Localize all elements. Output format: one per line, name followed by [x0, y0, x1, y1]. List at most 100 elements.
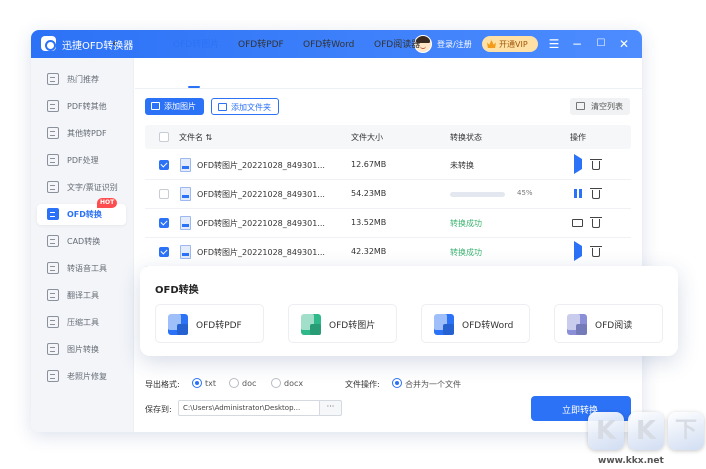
play-icon[interactable]	[572, 241, 584, 261]
card-label: OFD转Word	[462, 321, 514, 331]
tab-ofd-to-word[interactable]: OFD转Word	[303, 37, 354, 50]
sidebar-item-ocr[interactable]: 文字/票证识别	[37, 177, 126, 198]
trash-icon[interactable]	[590, 159, 602, 171]
ofd-to-word-card[interactable]: OFD转Word	[421, 304, 530, 343]
save-to-label: 保存到:	[145, 405, 172, 414]
sidebar: 热门推荐 PDF转其他 其他转PDF PDF处理 文字/票证识别 OFD转换 H…	[31, 58, 134, 432]
status-text: 转换成功	[450, 248, 482, 257]
status-text: 转换成功	[450, 219, 482, 228]
app-logo-icon	[41, 36, 56, 51]
ofd-reader-icon	[567, 314, 587, 335]
login-register-link[interactable]: 登录/注册	[437, 39, 472, 50]
table-header: 文件名 ⇅ 文件大小 转换状态 操作	[145, 125, 631, 149]
file-name: OFD转图片_20221028_849301...	[197, 161, 325, 170]
back-arrow-icon[interactable]: ‹	[112, 36, 117, 50]
format-label-docx: docx	[284, 379, 304, 388]
ofd-to-image-card[interactable]: OFD转图片	[288, 304, 397, 343]
ofd-reader-card[interactable]: OFD阅读	[554, 304, 663, 343]
ofd-convert-popup: OFD转换 OFD转PDF OFD转图片 OFD转Word OFD阅读	[140, 266, 678, 356]
tab-ofd-to-pdf[interactable]: OFD转PDF	[238, 37, 284, 50]
file-name: OFD转图片_20221028_849301...	[197, 190, 325, 199]
sidebar-item-cad[interactable]: CAD转换	[37, 231, 126, 252]
vip-button[interactable]: 开通VIP	[482, 36, 538, 52]
ofd-file-icon	[180, 158, 191, 172]
table-row: OFD转图片_20221028_849301... 12.67MB 未转换	[145, 151, 631, 180]
format-radio-docx[interactable]	[271, 378, 281, 388]
add-image-label: 添加图片	[164, 102, 196, 111]
ofd-to-pdf-icon	[168, 314, 188, 335]
app-title: 迅捷OFD转换器	[62, 41, 134, 52]
add-folder-button[interactable]: 添加文件夹	[211, 98, 279, 115]
clear-list-label: 清空列表	[591, 102, 623, 111]
sidebar-item-pdf-tools[interactable]: PDF处理	[37, 150, 126, 171]
file-size: 12.67MB	[351, 160, 387, 169]
clear-list-button[interactable]: 清空列表	[570, 98, 630, 115]
add-folder-label: 添加文件夹	[231, 103, 271, 112]
merge-file-radio[interactable]	[392, 378, 402, 388]
watermark-letter: 下	[668, 412, 704, 450]
card-label: OFD阅读	[595, 321, 633, 331]
sidebar-item-ofd[interactable]: OFD转换 HOT	[37, 198, 126, 225]
card-label: OFD转图片	[329, 321, 376, 331]
trash-icon[interactable]	[590, 188, 602, 200]
format-radio-txt[interactable]	[192, 378, 202, 388]
ofd-to-word-icon	[434, 314, 454, 335]
sidebar-item-image[interactable]: 图片转换	[37, 339, 126, 360]
merge-file-label: 合并为一个文件	[405, 380, 461, 389]
file-name: OFD转图片_20221028_849301...	[197, 248, 325, 257]
sidebar-item-other-to-pdf[interactable]: 其他转PDF	[37, 123, 126, 144]
ocr-icon	[47, 181, 59, 193]
format-radio-doc[interactable]	[229, 378, 239, 388]
tab-ofd-to-image[interactable]: OFD转图片	[173, 37, 219, 50]
hot-badge: HOT	[97, 198, 118, 208]
sidebar-item-label: 热门推荐	[67, 75, 99, 84]
vip-button-label: 开通VIP	[499, 40, 528, 49]
sidebar-item-voice[interactable]: 转语音工具	[37, 258, 126, 279]
row-checkbox[interactable]	[159, 218, 169, 228]
sidebar-item-label: 老照片修复	[67, 372, 107, 381]
popup-title: OFD转换	[155, 285, 199, 296]
tab-ofd-reader[interactable]: OFD阅读器	[374, 37, 420, 50]
folder-icon[interactable]	[572, 217, 584, 229]
image-icon	[47, 343, 59, 355]
ofd-to-image-icon	[301, 314, 321, 335]
header-actions: 操作	[570, 133, 586, 142]
close-icon[interactable]: ✕	[615, 35, 633, 53]
progress-percent: 45%	[517, 189, 533, 197]
menu-icon[interactable]: ☰	[545, 35, 563, 53]
add-image-icon	[151, 102, 160, 110]
save-path-input[interactable]	[178, 400, 320, 416]
convert-icon	[47, 127, 59, 139]
pause-icon[interactable]	[572, 188, 584, 200]
sidebar-item-translate[interactable]: 翻译工具	[37, 285, 126, 306]
trash-icon[interactable]	[590, 246, 602, 258]
sidebar-item-hot[interactable]: 热门推荐	[37, 69, 126, 90]
watermark-letter: K	[588, 412, 624, 450]
voice-icon	[47, 262, 59, 274]
row-checkbox[interactable]	[159, 160, 169, 170]
sidebar-item-label: 文字/票证识别	[67, 183, 118, 192]
sidebar-item-photo-restore[interactable]: 老照片修复	[37, 366, 126, 387]
file-size: 13.52MB	[351, 218, 387, 227]
watermark-letter: K	[628, 412, 664, 450]
row-checkbox[interactable]	[159, 189, 169, 199]
table-row: OFD转图片_20221028_849301... 42.32MB 转换成功	[145, 238, 631, 267]
sidebar-item-compress[interactable]: 压缩工具	[37, 312, 126, 333]
watermark-logo: K K 下	[588, 412, 706, 456]
add-image-button[interactable]: 添加图片	[145, 98, 204, 115]
minimize-icon[interactable]: −	[568, 35, 586, 53]
sidebar-item-pdf-to-other[interactable]: PDF转其他	[37, 96, 126, 117]
ofd-file-icon	[180, 216, 191, 230]
row-checkbox[interactable]	[159, 247, 169, 257]
maximize-icon[interactable]: ☐	[592, 35, 610, 53]
ofd-to-pdf-card[interactable]: OFD转PDF	[155, 304, 264, 343]
browse-button[interactable]: ···	[319, 400, 342, 416]
trash-icon[interactable]	[590, 217, 602, 229]
photo-icon	[47, 370, 59, 382]
header-filename[interactable]: 文件名 ⇅	[179, 132, 212, 143]
pdf-icon	[47, 100, 59, 112]
select-all-checkbox[interactable]	[159, 132, 169, 142]
play-icon[interactable]	[572, 154, 584, 174]
status-text: 未转换	[450, 161, 474, 170]
tab-divider	[135, 88, 642, 89]
